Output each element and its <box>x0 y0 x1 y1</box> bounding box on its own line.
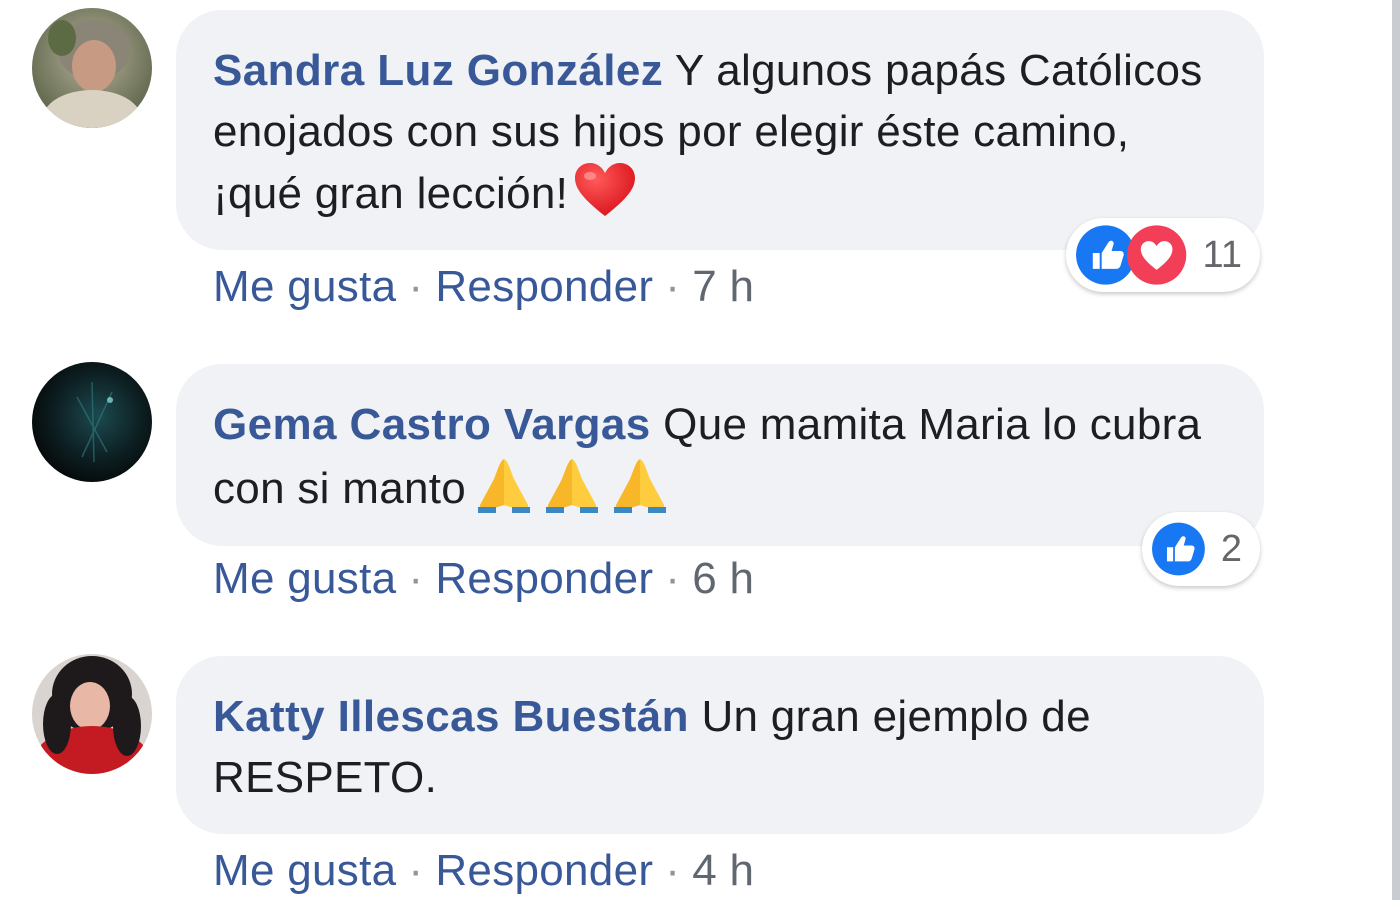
folded-hands-icon <box>542 455 602 513</box>
reaction-summary[interactable]: 11 <box>1066 218 1260 292</box>
separator-dot: · <box>665 846 681 895</box>
timestamp[interactable]: 4 h <box>692 846 754 895</box>
comment-author[interactable]: Gema Castro Vargas <box>213 400 651 449</box>
like-link[interactable]: Me gusta <box>213 554 396 603</box>
reaction-count: 11 <box>1202 233 1242 276</box>
comment-actions: Me gusta · Responder · 4 h <box>213 846 754 896</box>
folded-hands-icon <box>474 455 534 513</box>
separator-dot: · <box>665 554 681 603</box>
comment-author[interactable]: Sandra Luz González <box>213 46 663 95</box>
comment-bubble: Gema Castro Vargas Que mamita Maria lo c… <box>176 364 1264 546</box>
scrollbar-track[interactable] <box>1392 0 1400 900</box>
separator-dot: · <box>408 846 424 895</box>
comment-thread: Sandra Luz González Y algunos papás Cató… <box>0 0 1400 900</box>
like-icon <box>1152 522 1205 576</box>
reaction-count: 2 <box>1220 527 1242 570</box>
avatar[interactable] <box>32 362 152 482</box>
separator-dot: · <box>408 262 424 311</box>
reply-link[interactable]: Responder <box>435 262 653 311</box>
comment-author[interactable]: Katty Illescas Buestán <box>213 692 689 741</box>
like-link[interactable]: Me gusta <box>213 846 396 895</box>
comment-bubble: Sandra Luz González Y algunos papás Cató… <box>176 10 1264 250</box>
like-link[interactable]: Me gusta <box>213 262 396 311</box>
reaction-summary[interactable]: 2 <box>1142 512 1260 586</box>
folded-hands-icon <box>610 455 670 513</box>
comment-bubble: Katty Illescas Buestán Un gran ejemplo d… <box>176 656 1264 834</box>
red-heart-icon <box>574 162 636 218</box>
avatar[interactable] <box>32 8 152 128</box>
timestamp[interactable]: 6 h <box>692 554 754 603</box>
comment-actions: Me gusta · Responder · 7 h <box>213 262 754 312</box>
avatar[interactable] <box>32 654 152 774</box>
reply-link[interactable]: Responder <box>435 554 653 603</box>
comment-actions: Me gusta · Responder · 6 h <box>213 554 754 604</box>
love-icon <box>1127 225 1187 285</box>
reply-link[interactable]: Responder <box>435 846 653 895</box>
timestamp[interactable]: 7 h <box>692 262 754 311</box>
separator-dot: · <box>408 554 424 603</box>
separator-dot: · <box>665 262 681 311</box>
